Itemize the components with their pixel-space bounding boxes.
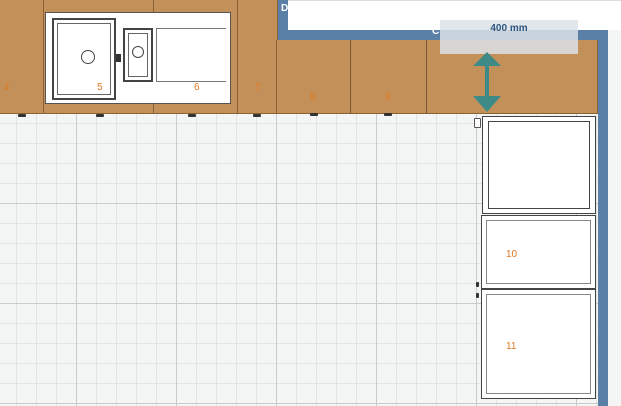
exterior-area-right [608,30,621,406]
appliance-inner [488,121,590,209]
cabinet-11-inner [486,294,591,394]
dimension-label: 400 mm [490,23,528,34]
cabinet-handle [18,114,26,117]
cabinet-label-8: 8 [310,92,316,103]
cabinet-handle [310,113,318,116]
kitchen-plan-canvas[interactable]: { "walls": { "labels": {"d": "D", "c": "… [0,0,621,406]
cabinet-label-7: 7 [255,82,261,93]
cabinet-4[interactable] [0,0,44,114]
cabinet-label-11: 11 [506,341,517,352]
drain-icon [81,50,95,64]
cabinet-handle [253,114,261,117]
appliance-handle [474,118,481,128]
cabinet-label-10: 10 [506,249,518,260]
cabinet-handle [476,282,479,287]
cabinet-label-5: 5 [97,82,103,93]
cabinet-label-4: 4 [4,82,10,93]
cabinet-seam [350,40,351,114]
cabinet-label-6: 6 [194,82,200,93]
cabinet-handle [476,293,479,298]
cabinet-label-9: 9 [385,92,391,103]
cabinet-handle [384,113,392,116]
wall-right[interactable] [598,30,608,406]
drain-icon [132,46,144,58]
faucet-icon [116,54,121,62]
cabinet-handle [96,114,104,117]
cabinet-seam [426,40,427,114]
drainboard [156,28,226,82]
cabinet-handle [188,114,196,117]
cabinet-7[interactable] [238,0,278,114]
cabinet-10-inner [486,220,591,284]
dimension-arrow-icon[interactable] [470,48,504,116]
